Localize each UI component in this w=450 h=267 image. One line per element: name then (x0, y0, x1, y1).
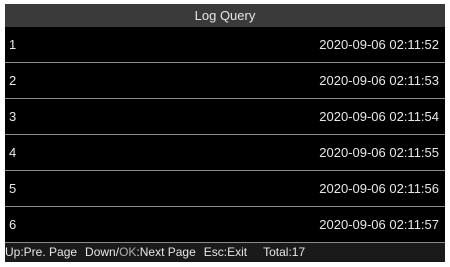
esc-exit-hint: Esc:Exit (203, 245, 248, 259)
status-bar: Up:Pre. Page Down/OK:Next Page Esc:Exit Tot… (5, 243, 445, 262)
page-title: Log Query (5, 4, 445, 27)
log-timestamp: 2020-09-06 02:11:56 (319, 181, 439, 196)
log-row[interactable]: 1 2020-09-06 02:11:52 (5, 27, 445, 63)
ok-hint: OK (119, 245, 137, 259)
log-index: 2 (9, 73, 17, 88)
log-timestamp: 2020-09-06 02:11:53 (319, 73, 439, 88)
log-index: 4 (9, 145, 17, 160)
log-timestamp: 2020-09-06 02:11:54 (319, 109, 439, 124)
log-row[interactable]: 4 2020-09-06 02:11:55 (5, 135, 445, 171)
log-index: 1 (9, 37, 17, 52)
log-timestamp: 2020-09-06 02:11:57 (319, 217, 439, 232)
down-hint: Down/ (85, 245, 120, 259)
log-row[interactable]: 5 2020-09-06 02:11:56 (5, 171, 445, 207)
log-row[interactable]: 3 2020-09-06 02:11:54 (5, 99, 445, 135)
total-count: Total:17 (263, 245, 306, 259)
log-index: 6 (9, 217, 17, 232)
log-index: 5 (9, 181, 17, 196)
log-timestamp: 2020-09-06 02:11:52 (319, 37, 439, 52)
log-list: 1 2020-09-06 02:11:52 2 2020-09-06 02:11… (5, 27, 445, 243)
next-page-hint: :Next Page (136, 245, 196, 259)
up-page-hint: Up:Pre. Page (5, 245, 78, 259)
log-timestamp: 2020-09-06 02:11:55 (319, 145, 439, 160)
device-screen: Log Query 1 2020-09-06 02:11:52 2 2020-0… (5, 4, 445, 262)
log-row[interactable]: 6 2020-09-06 02:11:57 (5, 207, 445, 243)
log-index: 3 (9, 109, 17, 124)
log-row[interactable]: 2 2020-09-06 02:11:53 (5, 63, 445, 99)
